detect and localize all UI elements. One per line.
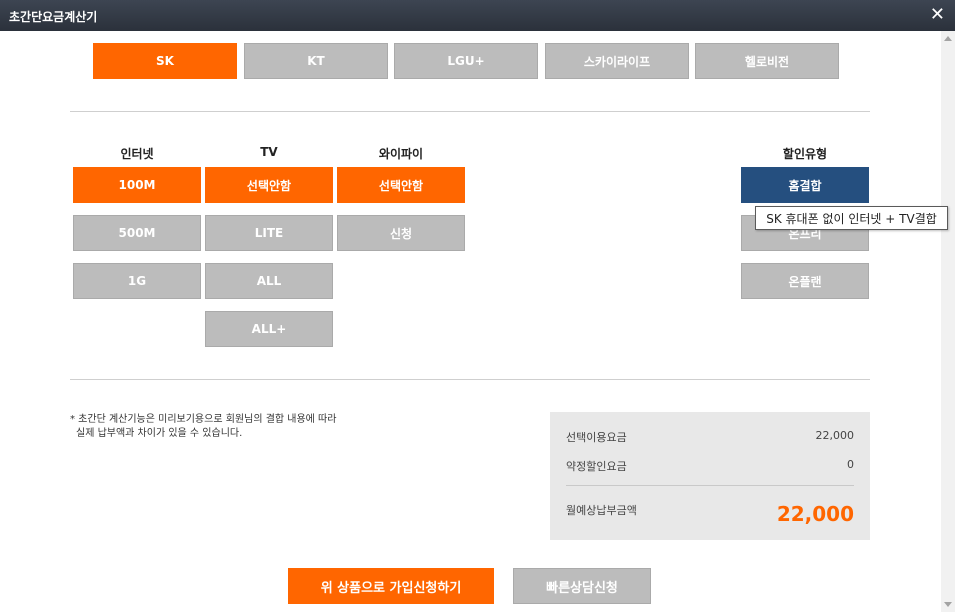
contract-discount-row: 약정할인요금 0: [566, 458, 854, 474]
scrollbar[interactable]: [941, 31, 955, 612]
window-title: 초간단요금계산기: [9, 10, 98, 24]
carrier-skylife-button[interactable]: 스카이라이프: [545, 43, 689, 79]
usage-fee-label: 선택이용요금: [566, 431, 627, 444]
contract-discount-label: 약정할인요금: [566, 460, 627, 473]
scroll-down-arrow-icon[interactable]: [944, 602, 952, 607]
wifi-apply-button[interactable]: 신청: [337, 215, 465, 251]
tv-all-button[interactable]: ALL: [205, 263, 333, 299]
fee-summary-panel: 선택이용요금 22,000 약정할인요금 0 월예상납부금액 22,000: [550, 412, 870, 540]
divider: [70, 111, 870, 112]
monthly-total-label: 월예상납부금액: [566, 504, 637, 517]
internet-1g-button[interactable]: 1G: [73, 263, 201, 299]
scroll-up-arrow-icon[interactable]: [944, 36, 952, 41]
title-bar: 초간단요금계산기 ✕: [0, 0, 955, 31]
tv-lite-button[interactable]: LITE: [205, 215, 333, 251]
carrier-kt-button[interactable]: KT: [244, 43, 388, 79]
note-line-2: 실제 납부액과 차이가 있을 수 있습니다.: [76, 428, 243, 439]
discount-home-bundle-button[interactable]: 홈결합: [741, 167, 869, 203]
wifi-none-button[interactable]: 선택안함: [337, 167, 465, 203]
carrier-lgu-button[interactable]: LGU+: [394, 43, 538, 79]
internet-500m-button[interactable]: 500M: [73, 215, 201, 251]
contract-discount-value: 0: [847, 458, 854, 471]
wifi-header: 와이파이: [378, 147, 424, 161]
carrier-hellovision-button[interactable]: 헬로비전: [695, 43, 839, 79]
discount-tooltip: SK 휴대폰 없이 인터넷 + TV결합: [755, 206, 948, 230]
usage-fee-value: 22,000: [815, 429, 855, 442]
quick-consult-button[interactable]: 빠른상담신청: [513, 568, 651, 604]
monthly-total-value: 22,000: [776, 502, 854, 526]
close-icon[interactable]: ✕: [930, 4, 945, 25]
summary-divider: [566, 485, 854, 486]
tv-all-plus-button[interactable]: ALL+: [205, 311, 333, 347]
tv-header: TV: [260, 145, 278, 159]
internet-header: 인터넷: [120, 147, 154, 161]
usage-fee-row: 선택이용요금 22,000: [566, 429, 854, 445]
disclaimer-note: * 초간단 계산기능은 미리보기용으로 회원님의 결합 내용에 따라 실제 납부…: [70, 413, 336, 441]
tv-none-button[interactable]: 선택안함: [205, 167, 333, 203]
internet-100m-button[interactable]: 100M: [73, 167, 201, 203]
apply-subscription-button[interactable]: 위 상품으로 가입신청하기: [288, 568, 494, 604]
carrier-sk-button[interactable]: SK: [93, 43, 237, 79]
divider: [70, 379, 870, 380]
discount-header: 할인유형: [782, 147, 828, 161]
discount-onplan-button[interactable]: 온플랜: [741, 263, 869, 299]
note-line-1: * 초간단 계산기능은 미리보기용으로 회원님의 결합 내용에 따라: [70, 414, 337, 425]
